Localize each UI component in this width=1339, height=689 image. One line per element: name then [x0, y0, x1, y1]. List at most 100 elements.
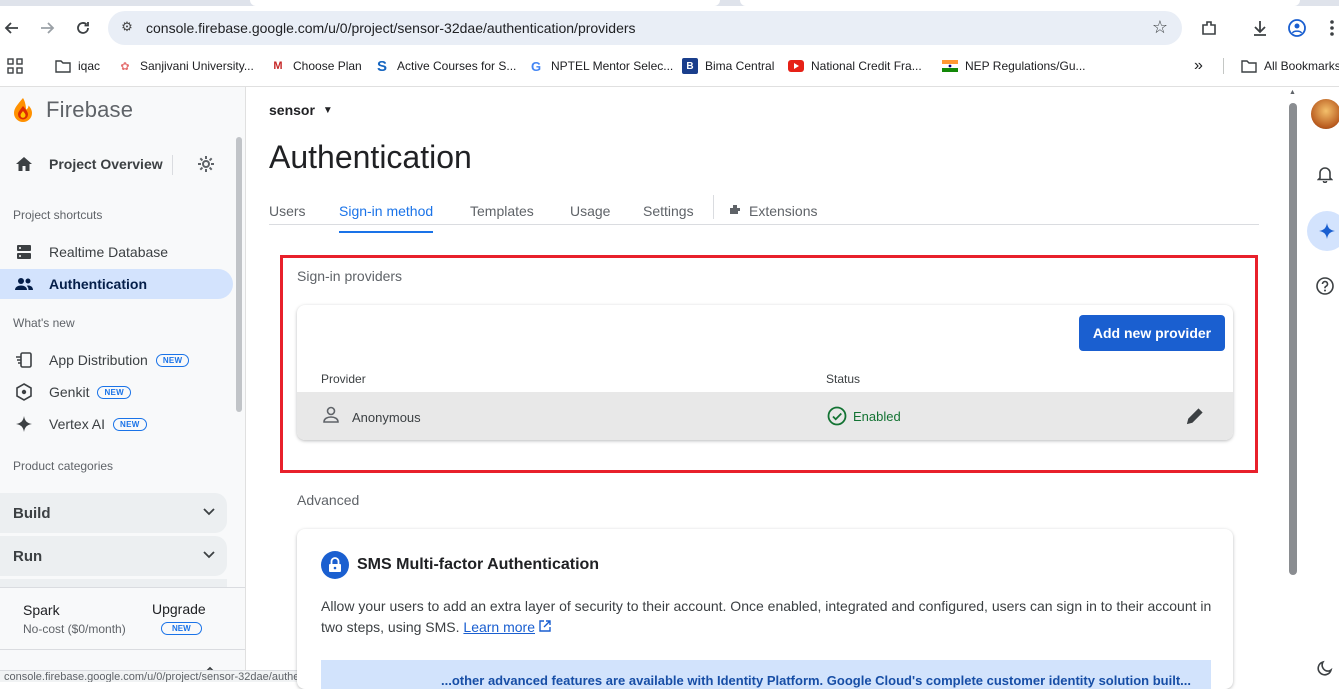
sms-mfa-card: SMS Multi-factor Authentication Allow yo…: [297, 529, 1233, 689]
tab-divider: [713, 195, 714, 219]
project-name: sensor: [269, 102, 315, 118]
tab-templates[interactable]: Templates: [470, 203, 534, 233]
sparkle-icon: [14, 414, 34, 434]
google-icon: G: [530, 58, 542, 74]
bookmark-label: NEP Regulations/Gu...: [965, 59, 1086, 73]
bookmarks-divider: [1223, 58, 1224, 74]
help-icon[interactable]: [1314, 275, 1336, 297]
folder-icon: [1241, 58, 1257, 74]
sidebar-item-label: Authentication: [49, 276, 147, 292]
bookmark-item[interactable]: M Choose Plan: [270, 57, 362, 75]
bookmark-item[interactable]: ✿ Sanjivani University...: [117, 57, 254, 75]
sidebar-item-authentication[interactable]: Authentication: [0, 269, 233, 299]
sidebar-item-realtime-database[interactable]: Realtime Database: [0, 237, 233, 267]
project-selector[interactable]: sensor ▼: [269, 102, 333, 118]
site-info-icon[interactable]: ⚙: [118, 19, 136, 37]
sidebar-scrollbar[interactable]: [236, 137, 242, 412]
external-link-icon[interactable]: [539, 620, 551, 632]
folder-icon: [55, 58, 71, 74]
table-row[interactable]: Anonymous Enabled: [297, 392, 1233, 440]
sidebar-item-label: App Distribution: [49, 352, 148, 368]
sidebar-item-app-distribution[interactable]: App Distribution NEW: [0, 345, 233, 375]
bookmark-label: Choose Plan: [293, 59, 362, 73]
forward-icon[interactable]: [35, 16, 59, 40]
extensions-icon[interactable]: [1197, 16, 1221, 40]
browser-tab[interactable]: [250, 0, 720, 6]
notifications-bell-icon[interactable]: [1314, 163, 1336, 185]
bookmark-label: iqac: [78, 59, 101, 73]
learn-more-link[interactable]: Learn more: [463, 619, 535, 635]
page-title: Authentication: [269, 139, 472, 175]
bookmark-item[interactable]: B Bima Central: [682, 57, 774, 75]
m-logo-icon: M: [273, 60, 283, 72]
sms-mfa-description: Allow your users to add an extra layer o…: [321, 596, 1216, 638]
bookmark-item[interactable]: S Active Courses for S...: [374, 57, 516, 75]
sidebar-item-vertex-ai[interactable]: Vertex AI NEW: [0, 409, 233, 439]
all-bookmarks[interactable]: All Bookmarks: [1241, 57, 1339, 75]
back-icon[interactable]: [0, 16, 24, 40]
lotus-icon: ✿: [120, 60, 130, 73]
project-overview[interactable]: Project Overview: [0, 149, 170, 179]
browser-tab[interactable]: [740, 0, 1300, 6]
person-icon: [323, 406, 339, 423]
sidebar-item-label: Realtime Database: [49, 244, 169, 260]
add-new-provider-button[interactable]: Add new provider: [1079, 315, 1225, 351]
tab-users[interactable]: Users: [269, 203, 306, 233]
scroll-up-icon[interactable]: ▲: [1289, 89, 1296, 96]
bookmark-item[interactable]: NEP Regulations/Gu...: [942, 57, 1086, 75]
database-icon: [14, 242, 34, 262]
bookmark-item[interactable]: G NPTEL Mentor Selec...: [528, 57, 673, 75]
sms-desc-text: Allow your users to add an extra layer o…: [321, 598, 1212, 635]
lock-icon: [321, 551, 349, 579]
settings-gear-icon[interactable]: [197, 155, 217, 175]
genkit-icon: [14, 382, 34, 402]
bookmark-item[interactable]: iqac: [55, 57, 100, 75]
firebase-flame-icon: [14, 98, 32, 122]
categories-heading: Product categories: [13, 459, 114, 473]
scrollbar-thumb[interactable]: [1289, 103, 1297, 575]
apps-grid-icon[interactable]: [7, 57, 23, 75]
category-build[interactable]: Build: [0, 493, 227, 533]
all-bookmarks-label: All Bookmarks: [1264, 59, 1339, 73]
tab-sign-in-method[interactable]: Sign-in method: [339, 203, 434, 233]
new-badge: NEW: [113, 417, 147, 431]
app-distribution-icon: [14, 350, 34, 370]
category-more: [0, 579, 227, 587]
firebase-console: Firebase Project Overview Project shortc…: [0, 86, 1339, 689]
main-scrollbar[interactable]: ▲: [1287, 87, 1301, 682]
bookmark-label: National Credit Fra...: [811, 59, 922, 73]
bookmarks-bar: iqac ✿ Sanjivani University... M Choose …: [0, 52, 1339, 78]
address-bar[interactable]: ⚙ console.firebase.google.com/u/0/projec…: [108, 11, 1182, 45]
more-bookmarks-icon[interactable]: »: [1194, 57, 1203, 75]
edit-pencil-icon[interactable]: [1185, 406, 1205, 426]
status-column-header: Status: [826, 372, 861, 386]
whats-new-heading: What's new: [13, 316, 75, 330]
bookmark-item[interactable]: National Credit Fra...: [788, 57, 922, 75]
gemini-sparkle-icon: [1319, 223, 1335, 239]
bookmark-star-icon[interactable]: ☆: [1152, 17, 1168, 38]
profile-icon[interactable]: [1285, 16, 1309, 40]
reload-icon[interactable]: [71, 16, 95, 40]
tab-usage[interactable]: Usage: [570, 203, 610, 233]
download-icon[interactable]: [1248, 16, 1272, 40]
status-badge: Enabled: [853, 409, 901, 424]
firebase-logo[interactable]: Firebase: [12, 97, 133, 123]
identity-platform-banner: ...other advanced features are available…: [321, 660, 1211, 689]
extensions-puzzle-icon: [729, 203, 743, 233]
menu-icon[interactable]: [1320, 16, 1339, 40]
learn-more-label: Learn more: [463, 619, 535, 635]
upgrade-button[interactable]: Upgrade: [152, 601, 206, 617]
browser-chrome: ⚙ console.firebase.google.com/u/0/projec…: [0, 0, 1339, 86]
category-run[interactable]: Run: [0, 536, 227, 576]
avatar[interactable]: [1311, 99, 1339, 129]
bookmark-label: NPTEL Mentor Selec...: [551, 59, 674, 73]
sidebar-item-genkit[interactable]: Genkit NEW: [0, 377, 233, 407]
plan-divider: [0, 587, 245, 588]
tab-extensions[interactable]: Extensions: [729, 203, 817, 233]
url-text[interactable]: console.firebase.google.com/u/0/project/…: [146, 20, 636, 36]
tab-strip: [0, 0, 1339, 6]
gemini-button[interactable]: [1307, 211, 1339, 251]
bookmark-label: Sanjivani University...: [140, 59, 254, 73]
tab-settings[interactable]: Settings: [643, 203, 694, 233]
dark-mode-icon[interactable]: [1314, 657, 1336, 679]
